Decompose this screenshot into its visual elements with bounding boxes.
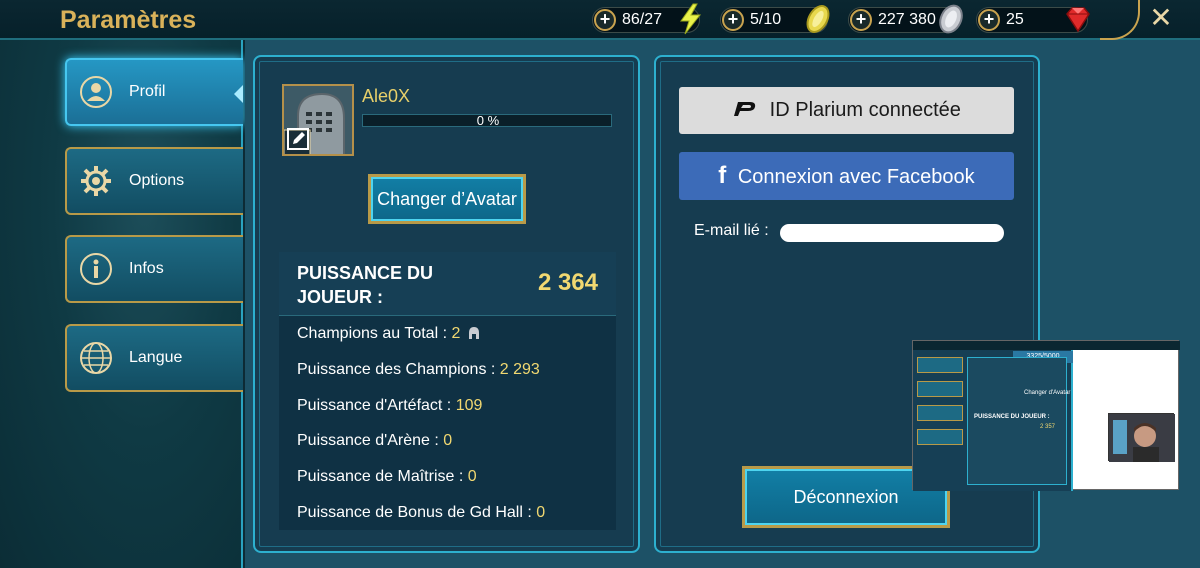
overlay-nav-item: [917, 405, 963, 421]
email-redaction: [780, 224, 1004, 242]
sidebar-item-label: Langue: [129, 349, 183, 366]
lightning-energy-icon: [680, 3, 702, 35]
overlay-power-title: PUISSANCE DU JOUEUR :: [974, 414, 1050, 420]
add-energy-button[interactable]: +: [594, 9, 616, 31]
sidebar-item-options[interactable]: Options: [65, 147, 243, 215]
sidebar-item-infos[interactable]: Infos: [65, 235, 243, 303]
stat-row-champions-total: Champions au Total : 2: [297, 325, 481, 343]
stat-row-artifact-power: Puissance d'Artéfact : 109: [297, 397, 482, 415]
plarium-label: ID Plarium connectée: [769, 99, 961, 121]
silver-resource[interactable]: + 227 380: [848, 4, 963, 34]
sidebar-item-label: Options: [129, 172, 185, 189]
sidebar-item-label: Infos: [129, 260, 164, 277]
user-icon: [80, 76, 112, 108]
stat-row-mastery-power: Puissance de Maîtrise : 0: [297, 468, 477, 486]
stat-label: Champions au Total :: [297, 325, 448, 342]
overlay-change-avatar: Changer d'Avatar: [1024, 390, 1071, 396]
helmet-icon: [468, 327, 479, 339]
stat-label: Puissance des Champions :: [297, 361, 496, 378]
gem-resource[interactable]: + 25: [976, 7, 1090, 33]
active-caret-icon: [234, 85, 243, 103]
overlay-profile-panel: PUISSANCE DU JOUEUR : 2 357 Changer d'Av…: [967, 357, 1071, 485]
add-gem-button[interactable]: +: [978, 9, 1000, 31]
energy-value: 86/27: [622, 11, 663, 28]
stat-label: Puissance de Bonus de Gd Hall :: [297, 504, 532, 521]
token-value: 5/10: [750, 11, 782, 28]
sidebar-item-langue[interactable]: Langue: [65, 324, 243, 392]
ruby-gem-icon: [1066, 7, 1090, 33]
gem-value: 25: [1006, 11, 1024, 28]
edit-icon[interactable]: [287, 128, 309, 150]
top-bar: Paramètres + 86/27 + 5/10 + 227 380 + 25: [0, 0, 1200, 40]
silver-coin-icon: [939, 4, 963, 34]
arena-token-resource[interactable]: + 5/10: [720, 5, 830, 33]
change-avatar-button[interactable]: Changer d’Avatar: [368, 174, 526, 224]
facebook-label: Connexion avec Facebook: [737, 166, 975, 188]
close-icon[interactable]: ✕: [1146, 4, 1176, 34]
add-token-button[interactable]: +: [722, 9, 744, 31]
stat-label: Puissance de Maîtrise :: [297, 468, 464, 485]
webcam-feed: [1108, 413, 1175, 462]
gear-icon: [81, 166, 111, 196]
stat-row-arena-power: Puissance d'Arène : 0: [297, 432, 452, 450]
stat-value: 2 293: [499, 361, 540, 378]
stat-value: 0: [443, 432, 453, 449]
arena-token-icon: [806, 5, 830, 33]
overlay-nav-item: [917, 381, 963, 397]
overlay-power-total: 2 357: [1040, 424, 1056, 430]
xp-bar: 0 %: [362, 113, 612, 128]
facebook-icon: f: [718, 162, 727, 189]
energy-resource[interactable]: + 86/27: [592, 3, 702, 35]
power-header: PUISSANCE DU JOUEUR : 2 364: [279, 252, 616, 316]
overlay-game-capture: 3325/5000 PUISSANCE DU JOUEUR : 2 357 Ch…: [913, 341, 1180, 491]
overlay-nav-item: [917, 429, 963, 445]
plarium-id-button[interactable]: ID Plarium connectée: [679, 87, 1014, 134]
sidebar-item-label: Profil: [129, 83, 166, 100]
overlay-top-bar: [913, 341, 1180, 350]
player-power-panel: PUISSANCE DU JOUEUR : 2 364 Champions au…: [279, 252, 616, 530]
facebook-connect-button[interactable]: f Connexion avec Facebook: [679, 152, 1014, 200]
stat-value: 109: [455, 397, 483, 414]
add-silver-button[interactable]: +: [850, 9, 872, 31]
page-title: Paramètres: [60, 6, 197, 34]
linked-email-label: E-mail lié :: [694, 222, 769, 239]
stat-value: 2: [451, 325, 461, 342]
stat-row-great-hall-power: Puissance de Bonus de Gd Hall : 0: [297, 504, 545, 522]
streamer-webcam-image: [1109, 414, 1175, 462]
plarium-logo-icon: [734, 102, 756, 116]
stat-label: Puissance d'Artéfact :: [297, 397, 452, 414]
stat-label: Puissance d'Arène :: [297, 432, 439, 449]
xp-percent: 0 %: [476, 113, 500, 128]
stat-value: 0: [536, 504, 546, 521]
stream-overlay: 3325/5000 PUISSANCE DU JOUEUR : 2 357 Ch…: [912, 340, 1180, 491]
stat-row-champion-power: Puissance des Champions : 2 293: [297, 361, 540, 379]
overlay-nav-item: [917, 357, 963, 373]
info-icon: [80, 253, 112, 285]
stat-value: 0: [467, 468, 477, 485]
sidebar-item-profil[interactable]: Profil: [65, 58, 243, 126]
globe-icon: [80, 342, 112, 374]
power-title: PUISSANCE DU JOUEUR :: [297, 263, 434, 307]
silver-value: 227 380: [878, 11, 936, 28]
player-name: Ale0X: [362, 86, 411, 106]
corner-decoration: [1100, 0, 1140, 40]
power-total: 2 364: [537, 269, 598, 296]
